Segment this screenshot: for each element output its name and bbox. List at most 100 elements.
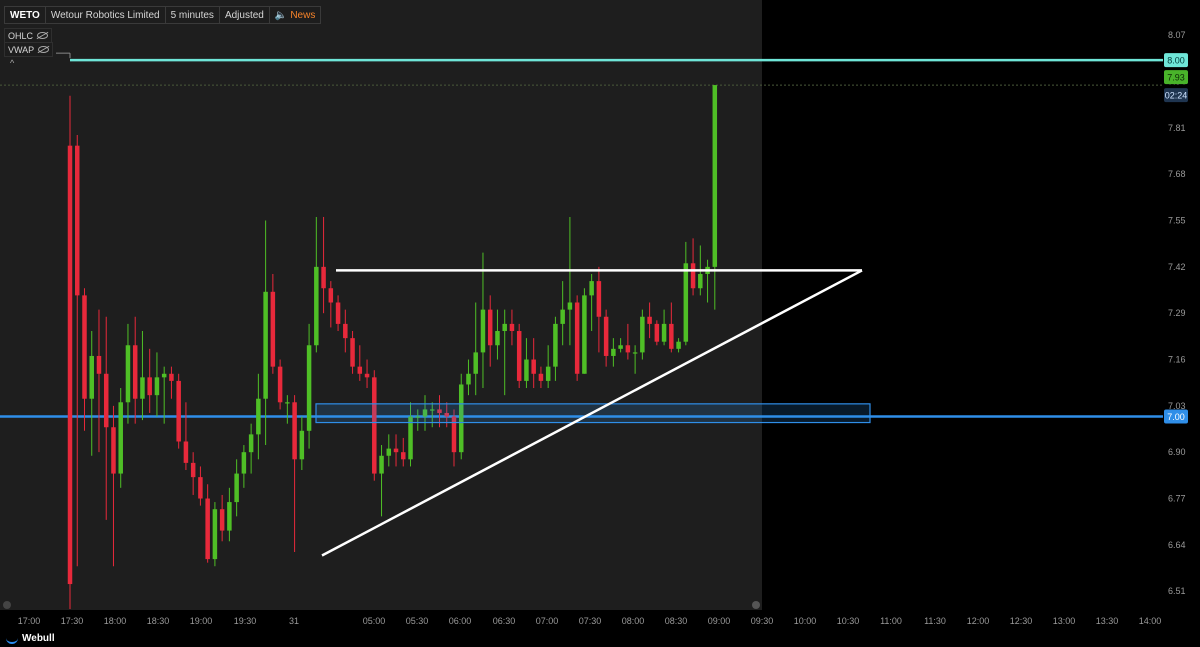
candle-body[interactable] (661, 323, 667, 342)
candle-body[interactable] (234, 473, 239, 503)
candle-body[interactable] (538, 373, 544, 381)
candle-body[interactable] (640, 316, 645, 353)
candle-body[interactable] (683, 263, 689, 342)
candle-body[interactable] (364, 373, 370, 378)
candle-body[interactable] (82, 295, 87, 399)
candle-body[interactable] (277, 366, 283, 403)
moon-icon[interactable] (3, 601, 11, 609)
candle-body[interactable] (625, 345, 631, 353)
candle-body[interactable] (574, 302, 580, 374)
candle-body[interactable] (567, 302, 573, 310)
candle-body[interactable] (401, 452, 406, 460)
candle-body[interactable] (712, 85, 718, 267)
candle-body[interactable] (647, 316, 652, 324)
interval-selector[interactable]: 5 minutes (166, 7, 220, 23)
candle-body[interactable] (241, 452, 247, 474)
candle-body[interactable] (553, 323, 558, 367)
symbol-ticker[interactable]: WETO (5, 7, 46, 23)
candle-body[interactable] (524, 359, 529, 381)
candle-body[interactable] (248, 434, 254, 453)
candle-body[interactable] (379, 455, 384, 474)
candle-body[interactable] (74, 145, 80, 296)
candle-body[interactable] (495, 331, 500, 346)
indicator-vwap[interactable]: VWAP (4, 42, 54, 57)
candle-body[interactable] (263, 291, 268, 399)
candle-body[interactable] (190, 462, 196, 478)
candle-body[interactable] (118, 402, 123, 474)
candle-body[interactable] (306, 345, 312, 431)
candle-body[interactable] (509, 323, 515, 332)
candle-body[interactable] (632, 352, 638, 354)
session-dot-icon[interactable] (752, 601, 760, 609)
candle-body[interactable] (582, 295, 587, 374)
candle-body[interactable] (219, 509, 225, 531)
candle-body[interactable] (603, 316, 609, 356)
candle-body[interactable] (669, 323, 674, 349)
candle-body[interactable] (256, 398, 261, 435)
candle-body[interactable] (531, 359, 536, 374)
candle-body[interactable] (589, 281, 594, 296)
candle-body[interactable] (111, 427, 116, 474)
candle-body[interactable] (169, 373, 174, 381)
candle-body[interactable] (698, 273, 703, 289)
indicator-ohlc[interactable]: OHLC (4, 28, 53, 43)
candle-body[interactable] (372, 377, 377, 474)
candle-body[interactable] (560, 309, 565, 324)
x-tick-label: 13:30 (1096, 616, 1119, 626)
candle-body[interactable] (516, 331, 522, 381)
x-tick-label: 18:00 (104, 616, 127, 626)
candle-body[interactable] (125, 345, 131, 403)
news-button[interactable]: 🔈 News (270, 7, 320, 23)
candle-body[interactable] (676, 341, 681, 349)
candle-body[interactable] (212, 509, 218, 560)
adjusted-toggle[interactable]: Adjusted (220, 7, 270, 23)
candle-body[interactable] (96, 355, 102, 374)
candle-body[interactable] (321, 266, 326, 289)
candle-body[interactable] (132, 345, 138, 399)
x-axis: 17:00 17:30 18:00 18:30 19:00 19:30 31 05:00 05:… (18, 616, 1162, 626)
candle-body[interactable] (176, 380, 181, 442)
candle-body[interactable] (386, 448, 392, 456)
candle-body[interactable] (487, 309, 493, 346)
eye-hidden-icon[interactable] (38, 46, 50, 53)
x-tick-label: 17:00 (18, 616, 41, 626)
candle-body[interactable] (545, 366, 551, 381)
candle-body[interactable] (140, 377, 145, 399)
candle-body[interactable] (67, 145, 73, 585)
candle-body[interactable] (343, 323, 348, 339)
price-tag-7: 7.00 (1167, 412, 1185, 422)
candle-body[interactable] (596, 281, 602, 317)
candle-body[interactable] (161, 373, 167, 378)
collapse-caret-icon[interactable]: ^ (10, 58, 14, 68)
symbol-header[interactable]: WETO Wetour Robotics Limited 5 minutes A… (4, 6, 322, 24)
candle-body[interactable] (198, 477, 203, 499)
x-tick-label: 17:30 (61, 616, 84, 626)
candle-body[interactable] (611, 348, 616, 356)
candle-body[interactable] (147, 377, 152, 396)
candle-body[interactable] (654, 323, 660, 342)
candle-body[interactable] (357, 366, 363, 374)
candle-body[interactable] (299, 430, 305, 460)
candle-body[interactable] (335, 302, 341, 324)
candle-body[interactable] (270, 291, 276, 367)
candle-body[interactable] (314, 266, 319, 346)
candle-body[interactable] (350, 338, 355, 367)
candle-body[interactable] (285, 402, 290, 404)
candle-body[interactable] (154, 377, 160, 396)
candle-body[interactable] (690, 263, 696, 289)
candle-body[interactable] (480, 309, 486, 353)
candle-body[interactable] (328, 288, 334, 303)
candle-body[interactable] (183, 441, 189, 463)
candle-body[interactable] (89, 355, 94, 399)
candlestick-chart[interactable]: 8.00 8.468.338.208.077.947.817.687.557.4… (0, 0, 1200, 647)
eye-hidden-icon[interactable] (37, 32, 49, 39)
candle-body[interactable] (292, 402, 297, 460)
candle-body[interactable] (618, 345, 623, 349)
candle-body[interactable] (466, 373, 471, 385)
candle-body[interactable] (227, 502, 232, 531)
candle-body[interactable] (393, 448, 399, 453)
candle-body[interactable] (502, 323, 507, 332)
candle-body[interactable] (103, 373, 109, 428)
candle-body[interactable] (473, 352, 478, 374)
candle-body[interactable] (205, 498, 210, 560)
